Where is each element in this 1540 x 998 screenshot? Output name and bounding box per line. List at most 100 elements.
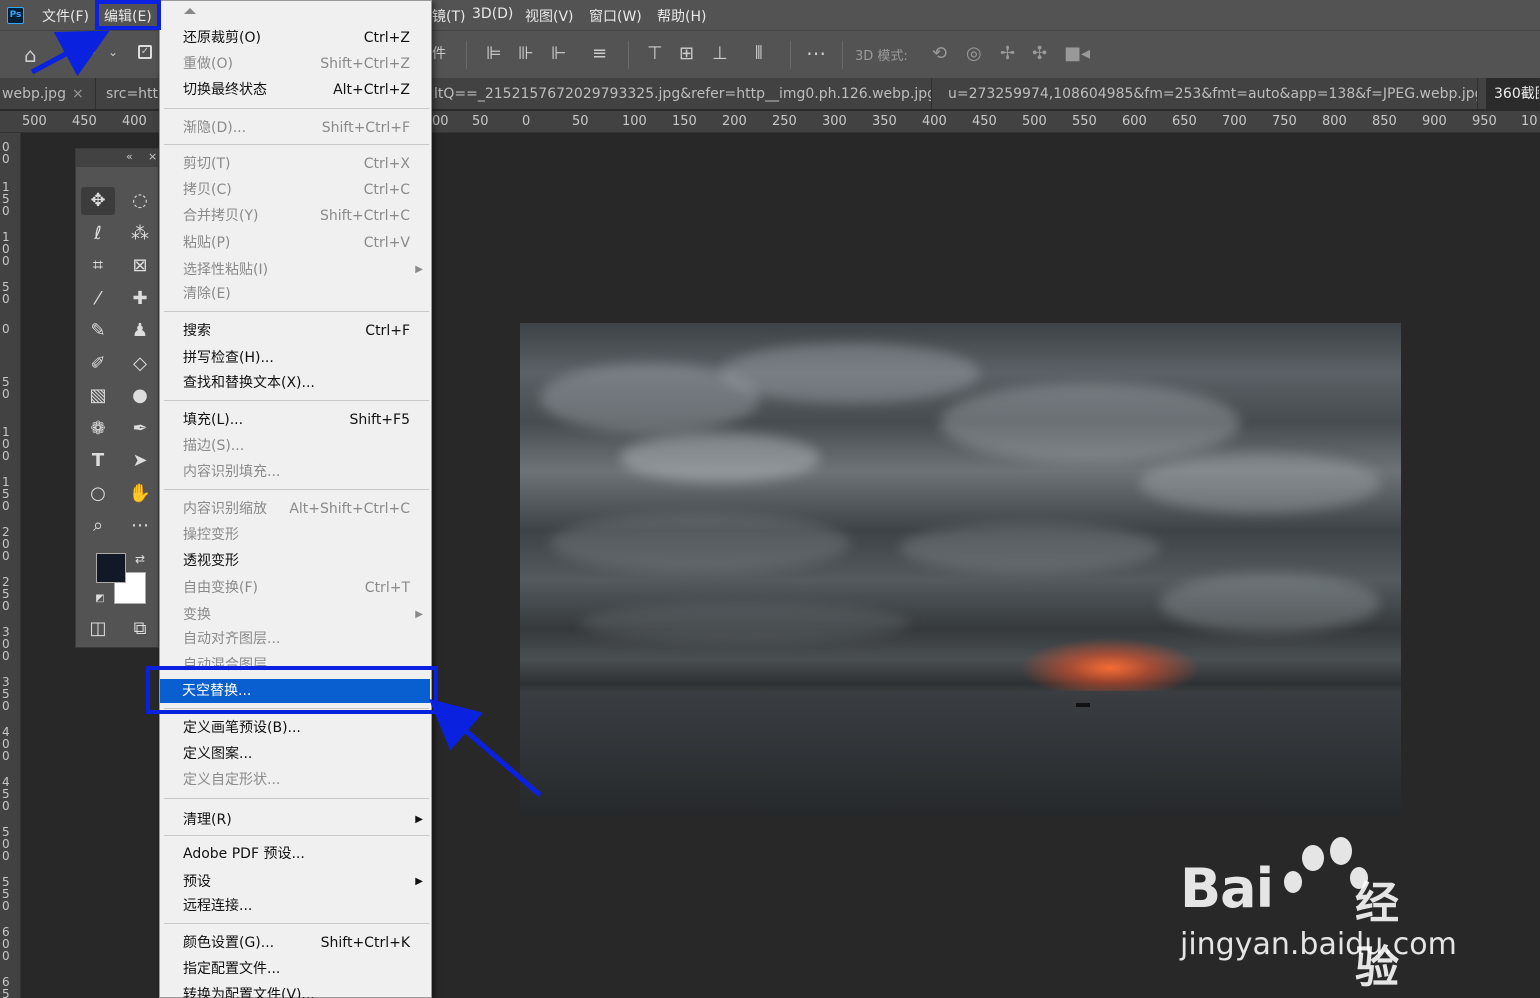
photoshop-logo-icon: Ps [7,7,24,24]
menu-item[interactable]: 选择性粘贴(I) ▶ [161,258,431,282]
tab-document-active[interactable]: 360截图 [1486,78,1540,110]
menu-3d[interactable]: 3D(D) [472,6,513,22]
menu-item[interactable]: 预设 ▶ [161,870,431,894]
menu-item[interactable]: 清理(R) ▶ [161,808,431,832]
close-icon[interactable]: × [148,150,157,163]
align-top-icon[interactable]: ⊤ [647,43,663,64]
eraser-icon[interactable]: ◇ [123,350,157,378]
menu-item[interactable]: 描边(S)... [161,434,431,458]
3d-roll-icon[interactable]: ◎ [966,43,982,64]
menu-item[interactable]: 指定配置文件... [161,957,431,981]
menu-item[interactable]: 清除(E) [161,282,431,306]
menu-item[interactable]: 自由变换(F) Ctrl+T [161,576,431,600]
more-tools-icon[interactable]: ⋯ [123,512,157,540]
quick-mask-icon[interactable]: ◫ [81,615,115,643]
menu-item[interactable]: 颜色设置(G)... Shift+Ctrl+K [161,931,431,955]
pen-tool-icon[interactable]: ✒ [123,415,157,443]
menu-item[interactable]: 透视变形 [161,549,431,573]
zoom-tool-icon[interactable]: ⌕ [81,512,115,540]
blur-tool-icon[interactable]: ● [123,382,157,410]
menu-item[interactable]: 剪切(T) Ctrl+X [161,152,431,176]
scroll-up-icon[interactable] [184,8,196,14]
checkbox-icon[interactable]: ✓ [138,45,152,59]
home-icon[interactable]: ⌂ [24,43,37,67]
menu-item[interactable]: 定义画笔预设(B)... [161,716,431,740]
3d-pan-icon[interactable]: ✢ [1000,43,1015,64]
menu-item-label: 拼写检查(H)... [183,350,274,366]
menu-item[interactable]: 拼写检查(H)... [161,346,431,370]
screen-mode-icon[interactable]: ⧉ [123,615,157,643]
ellipse-marquee-icon[interactable]: ◌ [123,187,157,215]
type-tool-icon[interactable]: T [81,447,115,475]
menu-item[interactable]: Adobe PDF 预设... [161,842,431,866]
3d-slide-icon[interactable]: ✣ [1032,43,1047,64]
menu-item[interactable]: 操控变形 [161,523,431,547]
menu-window[interactable]: 窗口(W) [589,6,642,26]
menu-item[interactable]: 渐隐(D)... Shift+Ctrl+F [161,116,431,140]
menu-item[interactable]: 内容识别缩放 Alt+Shift+Ctrl+C [161,497,431,521]
menu-item[interactable]: 转换为配置文件(V)... [161,983,431,998]
menu-item[interactable]: 拷贝(C) Ctrl+C [161,178,431,202]
path-selection-icon[interactable]: ➤ [123,447,157,475]
default-colors-icon[interactable]: ◩ [88,585,112,613]
document-image[interactable] [520,323,1401,817]
move-tool-icon[interactable]: ✥ [80,43,95,64]
tab-document[interactable]: ltQ==_2152157672029793325.jpg&refer=http… [432,78,932,110]
menu-item[interactable]: 重做(O) Shift+Ctrl+Z [161,52,431,76]
move-tool-icon[interactable]: ✥ [81,187,115,215]
menu-view[interactable]: 视图(V) [525,6,574,26]
submenu-arrow-icon: ▶ [415,609,423,620]
menu-item[interactable]: 合并拷贝(Y) Shift+Ctrl+C [161,204,431,228]
chevron-down-icon[interactable]: ⌄ [108,45,118,59]
swap-colors-icon[interactable]: ⇄ [128,545,152,573]
ruler-tick: 5 5 0 [2,875,10,913]
3d-camera-icon[interactable]: ■◂ [1064,43,1090,64]
paw-logo-icon [1302,845,1324,871]
tools-panel-header[interactable]: « × [76,149,158,167]
menu-item[interactable]: 粘贴(P) Ctrl+V [161,231,431,255]
menu-item[interactable]: 切换最终状态 Alt+Ctrl+Z [161,78,431,102]
history-brush-icon[interactable]: ✐ [81,350,115,378]
menu-item[interactable]: 内容识别填充... [161,460,431,484]
magic-wand-icon[interactable]: ⁂ [123,220,157,248]
3d-orbit-icon[interactable]: ⟲ [932,43,947,64]
menu-filter[interactable]: 镜(T) [432,6,465,26]
menu-item[interactable]: 定义图案... [161,742,431,766]
align-center-icon[interactable]: ⊪ [518,43,534,64]
healing-brush-icon[interactable]: ✚ [123,285,157,313]
menu-item[interactable]: 远程连接... [161,894,431,918]
tab-document[interactable]: src=http [104,78,160,110]
align-middle-icon[interactable]: ⊞ [679,43,694,64]
menu-item[interactable]: 定义自定形状... [161,768,431,792]
distribute-vertical-icon[interactable]: ⫴ [755,43,763,64]
brush-tool-icon[interactable]: ✎ [81,317,115,345]
more-options-icon[interactable]: ⋯ [806,41,826,65]
tab-document[interactable]: webp.jpg × [0,78,96,110]
menu-item[interactable]: 填充(L)... Shift+F5 [161,408,431,432]
align-left-icon[interactable]: ⊫ [486,43,502,64]
sponge-tool-icon[interactable]: ❁ [81,415,115,443]
tab-label: ltQ==_2152157672029793325.jpg&refer=http… [434,86,932,102]
lasso-tool-icon[interactable]: ℓ [81,220,115,248]
gradient-tool-icon[interactable]: ▧ [81,382,115,410]
align-bottom-icon[interactable]: ⊥ [712,43,728,64]
menu-item[interactable]: 搜索 Ctrl+F [161,319,431,343]
hand-tool-icon[interactable]: ✋ [123,480,157,508]
eyedropper-icon[interactable]: ⁄ [81,285,115,313]
menu-help[interactable]: 帮助(H) [657,6,706,26]
distribute-icon[interactable]: ≡ [592,43,607,64]
tab-document[interactable]: u=273259974,108604985&fm=253&fmt=auto&ap… [946,78,1478,110]
menu-item[interactable]: 查找和替换文本(X)... [161,371,431,395]
menu-file[interactable]: 文件(F) [42,6,89,26]
close-icon[interactable]: × [72,86,84,102]
frame-tool-icon[interactable]: ⊠ [123,252,157,280]
menu-item[interactable]: 自动对齐图层... [161,627,431,651]
align-right-icon[interactable]: ⊩ [551,43,567,64]
menu-item[interactable]: 还原裁剪(O) Ctrl+Z [161,26,431,50]
menu-item[interactable]: 变换 ▶ [161,603,431,627]
collapse-icon[interactable]: « [126,150,133,163]
ellipse-shape-icon[interactable]: ○ [81,480,115,508]
foreground-color-swatch[interactable] [96,553,126,583]
clone-stamp-icon[interactable]: ♟ [123,317,157,345]
crop-tool-icon[interactable]: ⌗ [81,252,115,280]
